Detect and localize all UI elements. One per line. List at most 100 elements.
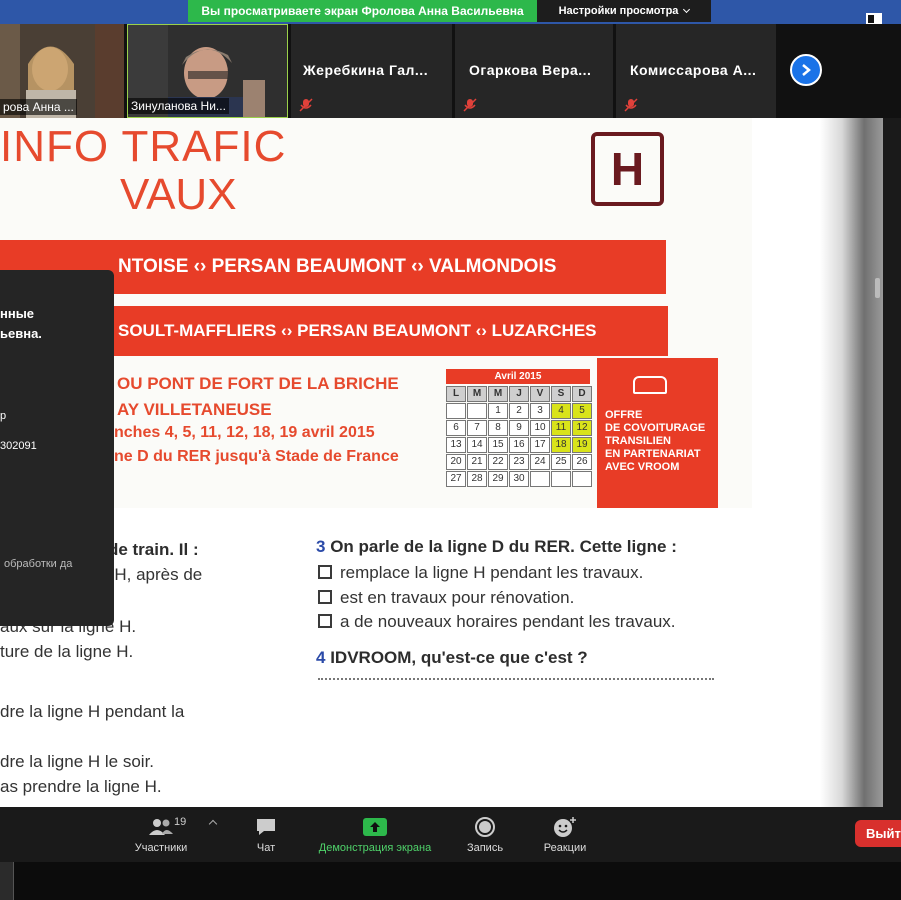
calendar-day: 28 — [467, 471, 487, 487]
calendar-weekday: M — [488, 386, 508, 402]
april-calendar: Avril 2015 L M M J V S D 1 2 3 4 5 6 7 8 9 10 11 12 13 14 15 1… — [446, 369, 592, 499]
participant-tile[interactable]: Комиссарова А... — [616, 24, 776, 118]
calendar-day: 26 — [572, 454, 592, 470]
checkbox-icon — [318, 565, 332, 579]
info-line: OU PONT DE FORT DE LA BRICHE — [117, 374, 399, 393]
chat-popup-text: обработки да — [4, 558, 73, 570]
participants-count: 19 — [174, 816, 187, 828]
calendar-day: 12 — [572, 420, 592, 436]
calendar-weekday: J — [509, 386, 529, 402]
poster-title-line1: INFO TRAFIC — [0, 122, 287, 171]
chat-icon — [255, 816, 277, 838]
scrollbar-thumb[interactable] — [875, 278, 880, 298]
mic-muted-icon — [299, 98, 313, 112]
chevron-up-icon[interactable] — [208, 819, 218, 829]
offer-line: TRANSILIEN — [605, 435, 671, 447]
calendar-day: 14 — [467, 437, 487, 453]
calendar-day: 11 — [551, 420, 571, 436]
calendar-day: 10 — [530, 420, 550, 436]
sharing-banner: Вы просматриваете экран Фролова Анна Вас… — [188, 0, 537, 22]
calendar-day: 17 — [530, 437, 550, 453]
calendar-day: 30 — [509, 471, 529, 487]
taskbar-item[interactable] — [0, 862, 14, 900]
calendar-day: 22 — [488, 454, 508, 470]
calendar-grid: L M M J V S D 1 2 3 4 5 6 7 8 9 10 11 12 13 14 15 16 17 18 19 20 21… — [446, 386, 592, 487]
record-icon — [474, 816, 496, 838]
layout-icon-inner — [868, 15, 874, 23]
calendar-weekday: M — [467, 386, 487, 402]
question-text: On parle de la ligne D du RER. Cette lig… — [330, 537, 677, 556]
meeting-toolbar: Участники 19 Чат Демонстрация экрана Зап… — [0, 807, 901, 862]
share-screen-label: Демонстрация экрана — [318, 842, 432, 854]
participants-label: Участники — [134, 842, 188, 854]
option-text: a de nouveaux horaires pendant les trava… — [340, 612, 676, 631]
line-h-logo: H — [591, 132, 664, 206]
calendar-day: 3 — [530, 403, 550, 419]
participant-name-label: Зинуланова Ни... — [128, 98, 229, 114]
record-label: Запись — [466, 842, 504, 854]
calendar-day: 15 — [488, 437, 508, 453]
shared-screen: INFO TRAFIC VAUX H NTOISE ‹› PERSAN BEAU… — [0, 118, 883, 807]
exercise-text: as prendre la ligne H. — [0, 777, 162, 796]
option-1: remplace la ligne H pendant les travaux. — [318, 563, 643, 583]
car-icon — [633, 376, 667, 394]
calendar-weekday: D — [572, 386, 592, 402]
calendar-day — [467, 403, 487, 419]
calendar-title: Avril 2015 — [446, 369, 590, 384]
reactions-button[interactable]: Реакции — [540, 807, 590, 862]
info-line: ne D du RER jusqu'à Stade de France — [114, 448, 399, 465]
participant-name: Жеребкина Гал... — [303, 62, 429, 78]
checkbox-icon — [318, 614, 332, 628]
poster-title-line2: VAUX — [120, 170, 237, 219]
calendar-weekday: V — [530, 386, 550, 402]
calendar-day: 7 — [467, 420, 487, 436]
participant-strip: рова Анна ... Зинуланова Ни... Жеребкина… — [0, 24, 901, 118]
leave-button[interactable]: Выйти — [855, 820, 901, 847]
next-page-button[interactable] — [790, 54, 822, 86]
offer-line: EN PARTENARIAT — [605, 448, 701, 460]
calendar-day: 6 — [446, 420, 466, 436]
participant-tile[interactable]: Огаркова Вера... — [455, 24, 613, 118]
calendar-day: 1 — [488, 403, 508, 419]
view-settings-label: Настройки просмотра — [558, 5, 679, 17]
offer-line: OFFRE — [605, 409, 643, 421]
chat-popup-text: р — [0, 410, 7, 422]
chat-button[interactable]: Чат — [244, 807, 288, 862]
calendar-day — [530, 471, 550, 487]
chat-popup-text: ьевна. — [0, 326, 42, 341]
offer-line: DE COVOITURAGE — [605, 422, 706, 434]
info-line: AY VILLETANEUSE — [117, 400, 272, 419]
view-settings-button[interactable]: Настройки просмотра — [537, 0, 711, 22]
calendar-day: 5 — [572, 403, 592, 419]
calendar-day: 20 — [446, 454, 466, 470]
participant-name-label: рова Анна ... — [0, 99, 77, 115]
exercise-text: dre la ligne H le soir. — [0, 752, 155, 771]
calendar-day: 27 — [446, 471, 466, 487]
chevron-down-icon — [683, 5, 691, 14]
calendar-day — [551, 471, 571, 487]
option-2: est en travaux pour rénovation. — [318, 588, 574, 608]
record-button[interactable]: Запись — [462, 807, 508, 862]
calendar-weekday: L — [446, 386, 466, 402]
share-screen-button[interactable]: Демонстрация экрана — [310, 807, 440, 862]
calendar-day: 21 — [467, 454, 487, 470]
participant-tile-video[interactable]: рова Анна ... — [0, 24, 124, 118]
exercise-text: dre la ligne H pendant la — [0, 702, 185, 721]
calendar-day: 13 — [446, 437, 466, 453]
option-text: est en travaux pour rénovation. — [340, 588, 575, 607]
chat-popup: нные ьевна. р 302091 обработки да — [0, 270, 114, 626]
calendar-day: 4 — [551, 403, 571, 419]
question-3: 3 On parle de la ligne D du RER. Cette l… — [316, 537, 677, 557]
mic-muted-icon — [624, 98, 638, 112]
participant-tile-active-speaker[interactable]: Зинуланова Ни... — [127, 24, 288, 118]
answer-line — [318, 678, 714, 680]
participant-tile[interactable]: Жеребкина Гал... — [291, 24, 452, 118]
checkbox-icon — [318, 590, 332, 604]
question-number: 4 — [316, 648, 326, 667]
question-4: 4 IDVROOM, qu'est-ce que c'est ? — [316, 648, 588, 668]
calendar-day: 9 — [509, 420, 529, 436]
chat-popup-text: нные — [0, 306, 35, 321]
calendar-day: 16 — [509, 437, 529, 453]
calendar-day: 25 — [551, 454, 571, 470]
exercise-text: ture de la ligne H. — [0, 642, 134, 661]
